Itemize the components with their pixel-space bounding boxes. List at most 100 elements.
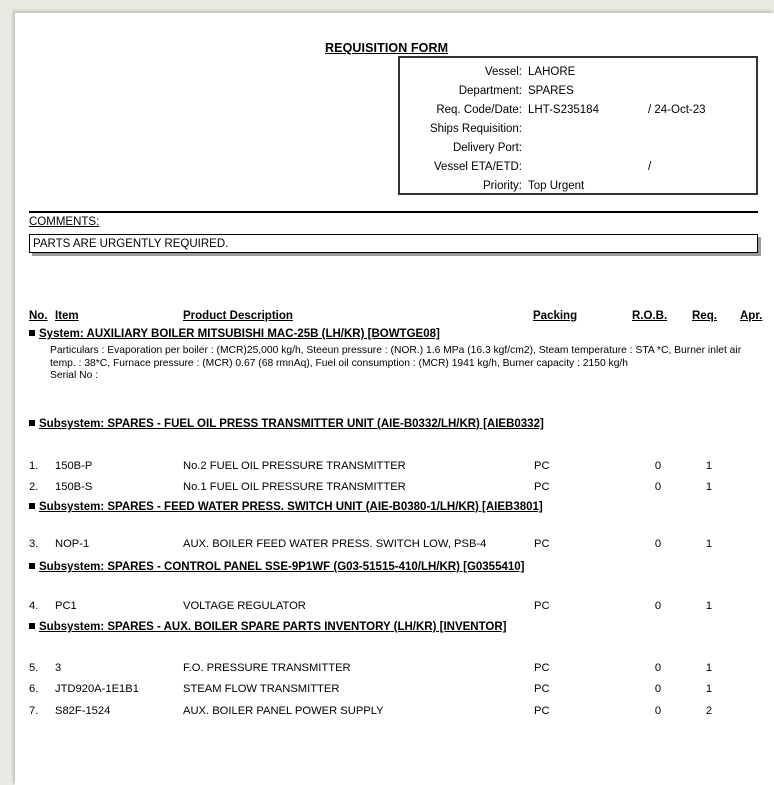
row-cell-req: 1 (705, 600, 713, 612)
row-cell-rob: 0 (654, 600, 662, 612)
row-cell-item: 3 (55, 662, 62, 674)
row-cell-item: 150B-P (55, 460, 93, 472)
row-cell-description: F.O. PRESSURE TRANSMITTER (183, 662, 351, 674)
table-row[interactable]: 7. S82F-1524 AUX. BOILER PANEL POWER SUPPL… (15, 703, 774, 719)
vessel-info-value: LAHORE (528, 66, 576, 78)
row-cell-item: NOP-1 (55, 538, 90, 550)
table-row[interactable]: 5. 3 F.O. PRESSURE TRANSMITTER PC 0 1 (15, 660, 774, 676)
row-cell-req: 1 (705, 662, 713, 674)
vessel-info-label: Delivery Port: (452, 142, 522, 154)
vessel-info-row: Priority: Top Urgent (400, 176, 756, 196)
table-row[interactable]: 3. NOP-1 AUX. BOILER FEED WATER PRESS. SWI… (15, 536, 774, 552)
row-cell-rob: 0 (654, 705, 662, 717)
row-cell-req: 1 (705, 460, 713, 472)
row-cell-description: AUX. BOILER FEED WATER PRESS. SWITCH LOW… (183, 538, 487, 550)
group-bullet-icon (29, 503, 35, 509)
column-header-packing: Packing (533, 310, 578, 322)
vessel-info-extra: / (648, 161, 652, 173)
subsystem-header-label: Subsystem: SPARES - AUX. BOILER SPARE PA… (39, 621, 507, 633)
row-cell-rob: 0 (654, 460, 662, 472)
vessel-info-label: Department: (458, 85, 522, 97)
row-cell-packing: PC (534, 600, 550, 612)
row-cell-req: 1 (705, 683, 713, 695)
column-header-rob: R.O.B. (632, 310, 668, 322)
vessel-info-row: Department: SPARES (400, 81, 756, 101)
column-header-apr: Apr. (740, 310, 763, 322)
row-cell-packing: PC (534, 662, 550, 674)
row-cell-no: 5. (29, 662, 39, 674)
row-cell-description: No.2 FUEL OIL PRESSURE TRANSMITTER (183, 460, 406, 472)
table-row[interactable]: 4. PC1 VOLTAGE REGULATOR PC 0 1 (15, 598, 774, 614)
row-cell-packing: PC (534, 705, 550, 717)
column-header-description: Product Description (183, 310, 293, 322)
row-cell-req: 1 (705, 538, 713, 550)
group-bullet-icon (29, 563, 35, 569)
section-divider-rule (29, 211, 758, 213)
comments-label: COMMENTS: (29, 216, 100, 228)
system-header-label: System: AUXILIARY BOILER MITSUBISHI MAC-… (39, 328, 440, 340)
vessel-info-label: Priority: (483, 180, 522, 192)
subsystem-header-label: Subsystem: SPARES - CONTROL PANEL SSE-9P… (39, 561, 525, 573)
row-cell-no: 1. (29, 460, 39, 472)
row-cell-packing: PC (534, 683, 550, 695)
table-row[interactable]: 6. JTD920A-1E1B1 STEAM FLOW TRANSMITTER PC 0… (15, 681, 774, 697)
row-cell-req: 1 (705, 481, 713, 493)
system-particulars-text: Particulars : Evaporation per boiler : (… (50, 345, 742, 369)
row-cell-no: 4. (29, 600, 39, 612)
vessel-info-label: Vessel: (484, 66, 522, 78)
system-serial-no: Serial No : (50, 370, 99, 381)
system-particulars: Particulars : Evaporation per boiler : (… (50, 345, 750, 383)
vessel-info-label: Vessel ETA/ETD: (434, 161, 522, 173)
subsystem-header-label: Subsystem: SPARES - FUEL OIL PRESS TRANS… (39, 418, 544, 430)
group-bullet-icon (29, 330, 35, 336)
group-bullet-icon (29, 623, 35, 629)
subsystem-header: Subsystem: SPARES - AUX. BOILER SPARE PA… (29, 621, 507, 633)
vessel-info-value: LHT-S235184 (528, 104, 599, 116)
document-page: REQUISITION FORM Vessel: LAHORE Department… (15, 13, 774, 785)
row-cell-rob: 0 (654, 683, 662, 695)
subsystem-header: Subsystem: SPARES - FEED WATER PRESS. SW… (29, 501, 543, 513)
subsystem-header: Subsystem: SPARES - CONTROL PANEL SSE-9P… (29, 561, 525, 573)
vessel-info-box: Vessel: LAHORE Department: SPARES Req. Code/… (398, 56, 758, 195)
column-header-item: Item (55, 310, 79, 322)
row-cell-packing: PC (534, 460, 550, 472)
row-cell-no: 3. (29, 538, 39, 550)
row-cell-description: No.1 FUEL OIL PRESSURE TRANSMITTER (183, 481, 406, 493)
row-cell-packing: PC (534, 481, 550, 493)
row-cell-rob: 0 (654, 662, 662, 674)
row-cell-no: 6. (29, 683, 39, 695)
row-cell-req: 2 (705, 705, 713, 717)
row-cell-rob: 0 (654, 538, 662, 550)
vessel-info-value: Top Urgent (528, 180, 585, 192)
table-row[interactable]: 1. 150B-P No.2 FUEL OIL PRESSURE TRANSMITT… (15, 458, 774, 474)
subsystem-header-label: Subsystem: SPARES - FEED WATER PRESS. SW… (39, 501, 543, 513)
row-cell-packing: PC (534, 538, 550, 550)
subsystem-header: Subsystem: SPARES - FUEL OIL PRESS TRANS… (29, 418, 544, 430)
table-column-headers: No. Item Product Description Packing R.O… (15, 310, 774, 326)
vessel-info-label: Req. Code/Date: (436, 104, 522, 116)
vessel-info-label: Ships Requisition: (429, 123, 522, 135)
row-cell-item: JTD920A-1E1B1 (55, 683, 139, 695)
row-cell-description: AUX. BOILER PANEL POWER SUPPLY (183, 705, 384, 717)
row-cell-description: VOLTAGE REGULATOR (183, 600, 306, 612)
row-cell-description: STEAM FLOW TRANSMITTER (183, 683, 340, 695)
vessel-info-row: Delivery Port: (400, 138, 756, 158)
vessel-info-value: SPARES (528, 85, 574, 97)
comments-field[interactable]: PARTS ARE URGENTLY REQUIRED. (29, 234, 758, 253)
vessel-info-row: Vessel: LAHORE (400, 62, 756, 82)
row-cell-item: PC1 (55, 600, 77, 612)
row-cell-item: 150B-S (55, 481, 93, 493)
vessel-info-extra: / 24-Oct-23 (648, 104, 706, 116)
row-cell-rob: 0 (654, 481, 662, 493)
column-header-no: No. (29, 310, 48, 322)
comments-text: PARTS ARE URGENTLY REQUIRED. (33, 238, 229, 250)
page-title: REQUISITION FORM (325, 41, 449, 55)
vessel-info-row: Vessel ETA/ETD: / (400, 157, 756, 177)
row-cell-no: 7. (29, 705, 39, 717)
vessel-info-row: Ships Requisition: (400, 119, 756, 139)
table-row[interactable]: 2. 150B-S No.1 FUEL OIL PRESSURE TRANSMITT… (15, 479, 774, 495)
column-header-req: Req. (692, 310, 717, 322)
row-cell-item: S82F-1524 (55, 705, 111, 717)
row-cell-no: 2. (29, 481, 39, 493)
system-header: System: AUXILIARY BOILER MITSUBISHI MAC-… (29, 328, 440, 340)
